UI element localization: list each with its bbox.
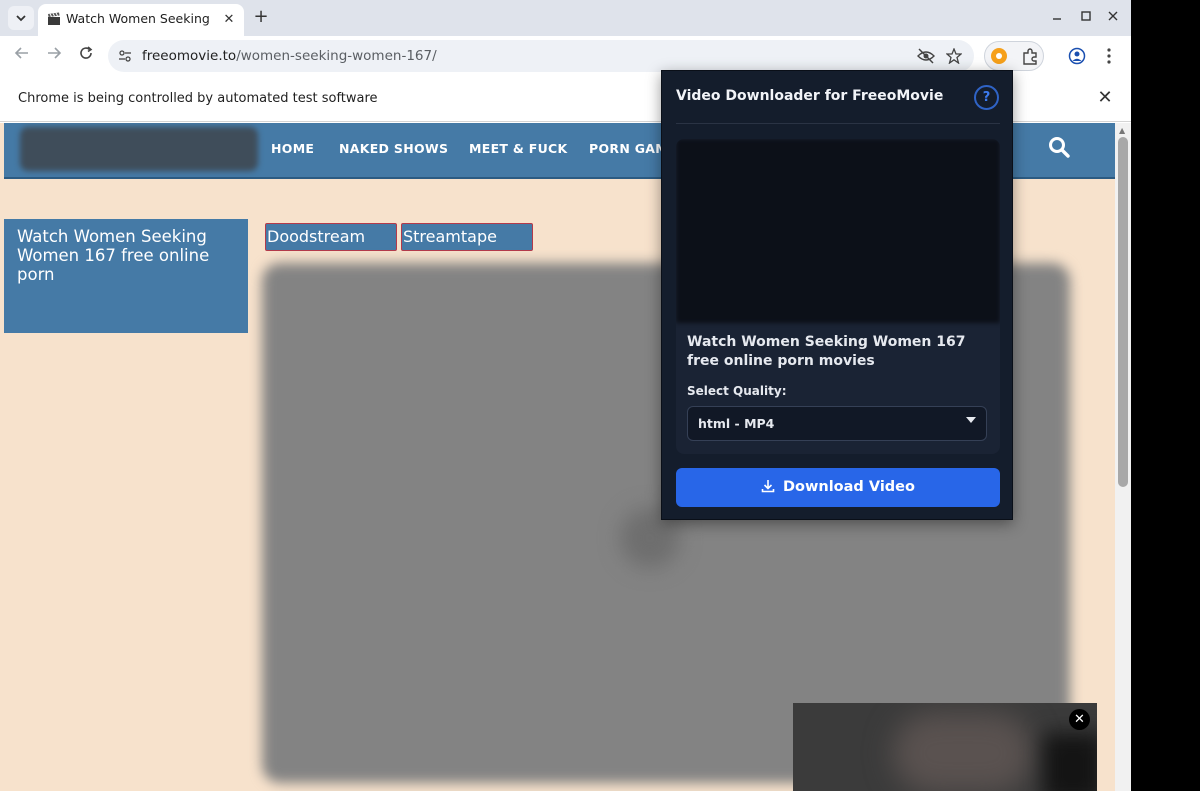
page-scrollbar[interactable]: ▲ (1115, 123, 1131, 791)
site-logo[interactable] (20, 127, 258, 171)
forward-icon[interactable] (42, 44, 66, 68)
tab-strip: Watch Women Seeking W ✕ + (0, 0, 1131, 36)
quality-label: Select Quality: (687, 384, 787, 398)
clapperboard-icon (48, 12, 60, 25)
scroll-up-icon[interactable]: ▲ (1119, 126, 1125, 135)
extensions-area (984, 41, 1044, 71)
back-icon[interactable] (10, 44, 34, 68)
tab-search-button[interactable] (8, 6, 34, 30)
maximize-icon[interactable] (1077, 9, 1095, 27)
quality-select[interactable]: html - MP4 (687, 406, 987, 441)
site-info-icon[interactable] (118, 49, 132, 63)
chevron-down-icon (16, 15, 26, 22)
popup-title: Video Downloader for FreeoMovie (676, 88, 944, 104)
video-thumbnail (676, 139, 1000, 323)
desktop-background (1131, 0, 1200, 791)
download-icon (761, 479, 775, 492)
reload-icon[interactable] (74, 44, 98, 68)
nav-home[interactable]: HOME (271, 141, 314, 156)
video-title-box: Watch Women Seeking Women 167 free onlin… (4, 219, 248, 333)
more-menu-icon[interactable] (1102, 47, 1116, 65)
eye-off-icon[interactable] (917, 48, 935, 64)
video-card: Watch Women Seeking Women 167 free onlin… (676, 139, 1000, 454)
floating-video[interactable] (793, 703, 1097, 791)
new-tab-button[interactable]: + (251, 8, 271, 28)
server-streamtape-button[interactable]: Streamtape (401, 223, 533, 251)
minimize-icon[interactable] (1048, 9, 1066, 27)
nav-naked-shows[interactable]: NAKED SHOWS (339, 141, 448, 156)
search-icon[interactable] (1048, 136, 1070, 158)
address-bar[interactable]: freeomovie.to/women-seeking-women-167/ (108, 40, 974, 72)
server-doodstream-button[interactable]: Doodstream (265, 223, 397, 251)
puzzle-icon[interactable] (1021, 48, 1039, 66)
downloader-extension-icon[interactable] (991, 48, 1007, 64)
tab-close-icon[interactable]: ✕ (221, 12, 237, 28)
download-label: Download Video (783, 479, 915, 495)
extension-popup: Video Downloader for FreeoMovie ? Watch … (661, 70, 1013, 520)
profile-icon[interactable] (1068, 47, 1086, 65)
scroll-thumb[interactable] (1118, 137, 1128, 487)
infobar-text: Chrome is being controlled by automated … (18, 91, 378, 106)
nav-meet-fuck[interactable]: MEET & FUCK (469, 141, 568, 156)
help-icon[interactable]: ? (974, 85, 999, 110)
bookmark-star-icon[interactable] (946, 48, 962, 64)
popup-video-title: Watch Women Seeking Women 167 free onlin… (687, 334, 966, 369)
infobar-close-icon[interactable]: ✕ (1095, 88, 1115, 108)
video-title: Watch Women Seeking Women 167 free onlin… (17, 227, 210, 284)
popup-divider (676, 123, 1000, 124)
window-close-icon[interactable] (1104, 9, 1122, 27)
active-tab[interactable]: Watch Women Seeking W ✕ (38, 4, 244, 36)
quality-select-value: html - MP4 (698, 416, 775, 431)
tab-title: Watch Women Seeking W (66, 11, 212, 26)
browser-window: Watch Women Seeking W ✕ + freeomovie.to/… (0, 0, 1131, 791)
download-video-button[interactable]: Download Video (676, 468, 1000, 507)
dropdown-arrow-icon (966, 417, 976, 423)
url-text: freeomovie.to/women-seeking-women-167/ (142, 48, 437, 64)
nav-porn-games[interactable]: PORN GAM (589, 141, 668, 156)
floating-video-close-icon[interactable]: ✕ (1069, 709, 1090, 730)
